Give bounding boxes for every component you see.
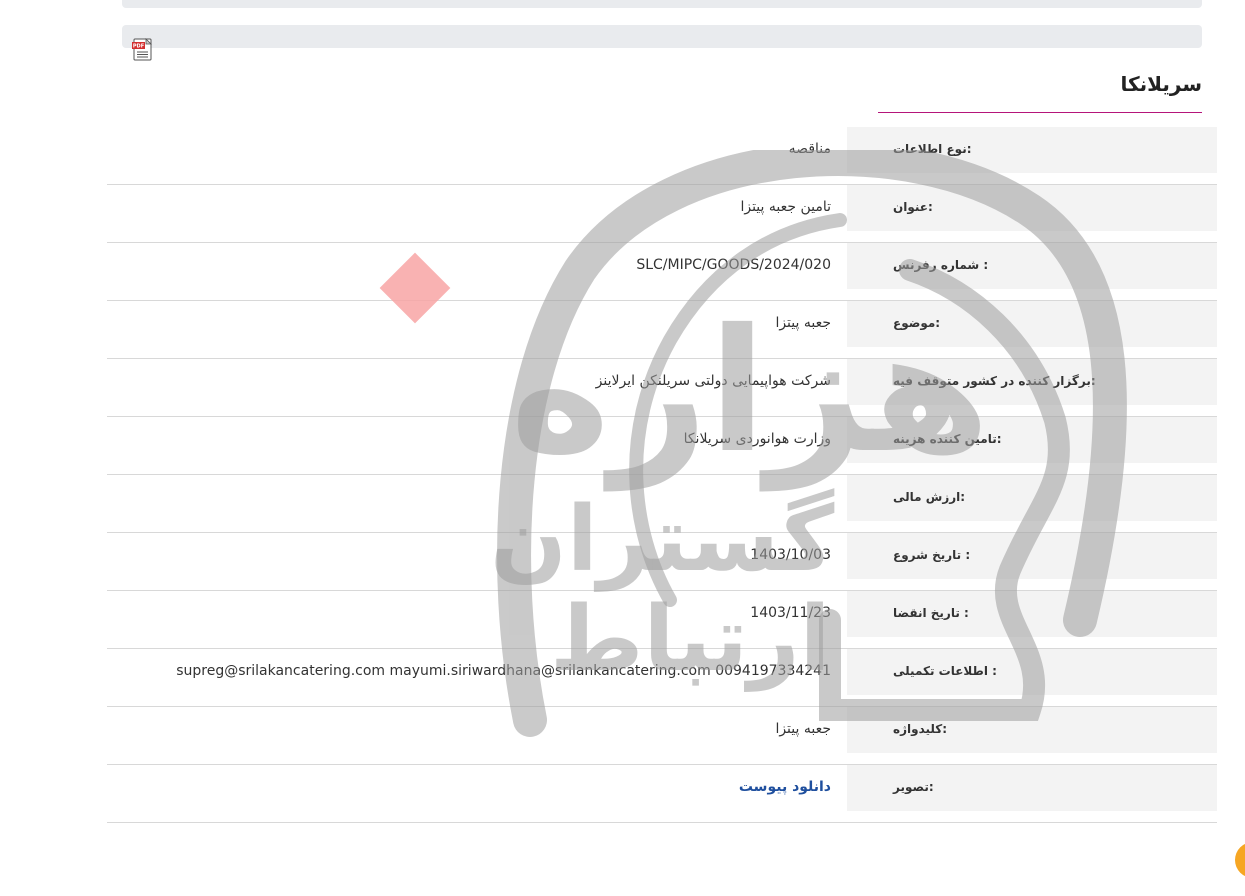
top-panel-bar — [122, 0, 1202, 8]
row-value: شرکت هواپیمایی دولتی سریلنکن ایرلاینز — [595, 373, 831, 389]
row-label: عنوان: — [893, 200, 933, 214]
info-row-type: نوع اطلاعات: مناقصه — [107, 127, 1217, 185]
row-label: شماره رفرنس : — [893, 258, 989, 272]
row-label: اطلاعات تکمیلی : — [893, 664, 997, 678]
row-label: تاریخ شروع : — [893, 548, 971, 562]
row-value: جعبه پیتزا — [775, 315, 831, 331]
row-label: تامین کننده هزینه: — [893, 432, 1002, 446]
info-row-image: تصویر: دانلود پیوست — [107, 765, 1217, 823]
info-row-reference: شماره رفرنس : SLC/MIPC/GOODS/2024/020 — [107, 243, 1217, 301]
row-value: وزارت هوانوردی سریلانکا — [683, 431, 831, 447]
info-row-title: عنوان: تامین جعبه پیتزا — [107, 185, 1217, 243]
page: PDF سریلانکا نوع اطلاعات: مناقصه عنوان: … — [0, 0, 1245, 896]
row-label: کلیدواژه: — [893, 722, 948, 736]
info-row-funder: تامین کننده هزینه: وزارت هوانوردی سریلان… — [107, 417, 1217, 475]
row-value: جعبه پیتزا — [775, 721, 831, 737]
row-value: supreg@srilakancatering.com mayumi.siriw… — [176, 663, 831, 679]
row-label: تصویر: — [893, 780, 934, 794]
info-row-organizer: برگزار کننده در کشور متوقف فیه: شرکت هوا… — [107, 359, 1217, 417]
row-label: تاریخ انقضا : — [893, 606, 969, 620]
attachment-bar — [122, 25, 1202, 48]
row-value: 1403/10/03 — [750, 547, 831, 563]
scroll-top-button[interactable] — [1235, 842, 1245, 878]
svg-text:PDF: PDF — [133, 44, 144, 50]
info-row-additional-info: اطلاعات تکمیلی : supreg@srilakancatering… — [107, 649, 1217, 707]
download-attachment-link[interactable]: دانلود پیوست — [739, 779, 831, 795]
info-row-financial-value: ارزش مالی: — [107, 475, 1217, 533]
info-row-start-date: تاریخ شروع : 1403/10/03 — [107, 533, 1217, 591]
info-row-subject: موضوع: جعبه پیتزا — [107, 301, 1217, 359]
page-title: سریلانکا — [1120, 72, 1202, 96]
info-row-keyword: کلیدواژه: جعبه پیتزا — [107, 707, 1217, 765]
info-table: نوع اطلاعات: مناقصه عنوان: تامین جعبه پی… — [107, 127, 1217, 823]
row-label: موضوع: — [893, 316, 941, 330]
row-value: SLC/MIPC/GOODS/2024/020 — [636, 257, 831, 273]
row-label: ارزش مالی: — [893, 490, 966, 504]
row-label: نوع اطلاعات: — [893, 142, 972, 156]
title-underline — [878, 112, 1202, 113]
row-value: 1403/11/23 — [750, 605, 831, 621]
info-row-expiry-date: تاریخ انقضا : 1403/11/23 — [107, 591, 1217, 649]
row-value: تامین جعبه پیتزا — [740, 199, 831, 215]
pdf-file-icon[interactable]: PDF — [132, 38, 154, 61]
row-value: مناقصه — [788, 141, 831, 157]
row-label: برگزار کننده در کشور متوقف فیه: — [893, 374, 1096, 388]
